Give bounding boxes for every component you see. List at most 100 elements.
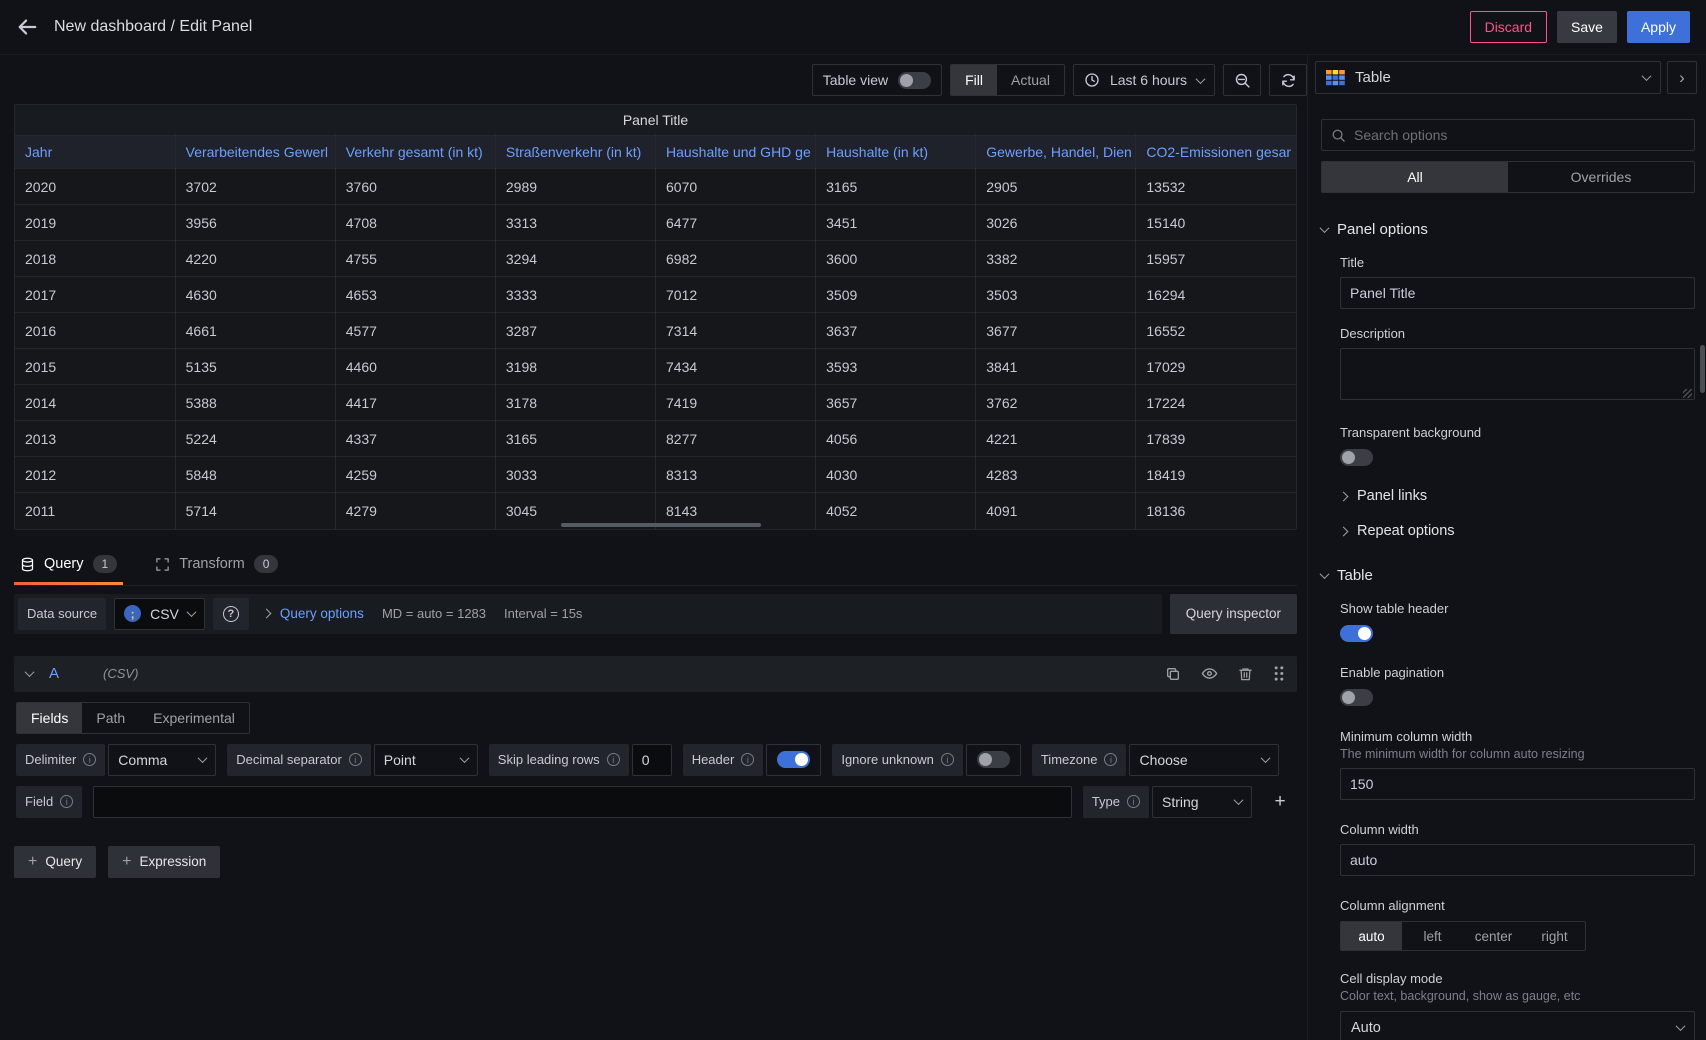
tab-overrides[interactable]: Overrides (1508, 162, 1694, 192)
timezone-select[interactable]: Choose (1129, 744, 1279, 776)
horizontal-scrollbar[interactable] (561, 523, 761, 527)
table-cell: 2017 (15, 277, 175, 313)
align-center-option[interactable]: center (1463, 922, 1524, 950)
duplicate-icon[interactable] (1165, 666, 1181, 682)
column-header[interactable]: Jahr (15, 136, 175, 169)
table-cell: 8277 (656, 421, 816, 457)
min-column-width-input[interactable] (1340, 768, 1695, 800)
time-range-picker[interactable]: Last 6 hours (1073, 64, 1215, 96)
drag-handle-icon[interactable] (1273, 665, 1285, 682)
type-label: Type (1083, 786, 1149, 818)
column-alignment-group: auto left center right (1340, 921, 1586, 951)
csv-datasource-icon: ; (124, 605, 141, 622)
table-cell: 3026 (976, 205, 1136, 241)
description-textarea[interactable] (1340, 348, 1695, 400)
enable-pagination-toggle[interactable] (1340, 689, 1373, 706)
align-auto-option[interactable]: auto (1341, 922, 1402, 950)
actual-option[interactable]: Actual (997, 65, 1064, 95)
collapse-chevron-icon[interactable] (25, 667, 35, 677)
panel-links-expander[interactable]: Panel links (1340, 488, 1695, 504)
column-header[interactable]: Haushalte und GHD ge (656, 136, 816, 169)
refresh-icon (1280, 72, 1297, 89)
align-left-option[interactable]: left (1402, 922, 1463, 950)
table-body: 20203702 37602989 60703165 290513532 201… (15, 169, 1296, 529)
column-header[interactable]: Gewerbe, Handel, Dien (976, 136, 1136, 169)
trash-icon[interactable] (1238, 666, 1253, 682)
clock-icon (1084, 72, 1100, 88)
table-cell: 2016 (15, 313, 175, 349)
table-row: 20184220 47553294 69823600 338215957 (15, 241, 1296, 277)
column-header[interactable]: Straßenverkehr (in kt) (495, 136, 655, 169)
table-view-label: Table view (823, 72, 888, 88)
breadcrumb: New dashboard / Edit Panel (54, 18, 252, 36)
sidebar-scrollbar[interactable] (1700, 345, 1705, 393)
chevron-down-icon (1320, 223, 1330, 233)
table-cell: 3287 (495, 313, 655, 349)
tab-path[interactable]: Path (82, 703, 139, 733)
search-options-input[interactable] (1354, 127, 1685, 143)
back-arrow-icon[interactable] (16, 16, 38, 38)
cell-display-mode-select[interactable]: Auto (1340, 1011, 1695, 1040)
table-cell: 5714 (175, 493, 335, 529)
header-label: Header (683, 744, 764, 776)
tab-transform[interactable]: Transform 0 (153, 544, 280, 585)
transparent-background-toggle[interactable] (1340, 449, 1373, 466)
field-name-input[interactable] (93, 786, 1072, 818)
table-cell: 3382 (976, 241, 1136, 277)
query-editor-card: A (CSV) (14, 656, 1297, 818)
table-cell: 3198 (495, 349, 655, 385)
decimal-separator-select[interactable]: Point (374, 744, 478, 776)
datasource-help-button[interactable] (213, 598, 249, 630)
table-cell: 4283 (976, 457, 1136, 493)
tab-experimental[interactable]: Experimental (139, 703, 249, 733)
plus-icon: + (28, 853, 37, 871)
add-expression-button[interactable]: + Expression (108, 846, 220, 878)
datasource-picker[interactable]: ; CSV (114, 598, 205, 630)
field-type-select[interactable]: String (1152, 786, 1252, 818)
header-toggle[interactable] (777, 751, 810, 768)
panel-title-input[interactable] (1340, 277, 1695, 309)
add-query-button[interactable]: + Query (14, 846, 96, 878)
query-inspector-button[interactable]: Query inspector (1170, 594, 1297, 634)
table-view-toggle[interactable] (898, 72, 931, 89)
apply-button[interactable]: Apply (1627, 11, 1690, 43)
datasource-bar: Data source ; CSV Query options MD = aut… (14, 594, 1162, 634)
table-cell: 3702 (175, 169, 335, 205)
repeat-options-expander[interactable]: Repeat options (1340, 523, 1695, 539)
viz-picker[interactable]: Table (1315, 61, 1661, 94)
skip-rows-label: Skip leading rows (489, 744, 629, 776)
add-field-button[interactable]: + (1263, 786, 1297, 818)
collapse-sidebar-button[interactable]: › (1667, 61, 1697, 94)
save-button[interactable]: Save (1557, 11, 1617, 43)
ignore-unknown-toggle[interactable] (977, 751, 1010, 768)
plus-icon: + (122, 853, 131, 871)
column-header[interactable]: Haushalte (in kt) (816, 136, 976, 169)
table-section-header[interactable]: Table (1321, 567, 1695, 584)
fill-option[interactable]: Fill (951, 65, 997, 95)
align-right-option[interactable]: right (1524, 922, 1585, 950)
eye-icon[interactable] (1201, 665, 1218, 682)
zoom-out-button[interactable] (1223, 64, 1261, 96)
title-label: Title (1340, 255, 1695, 270)
panel-options-body: Title Description Transparent background… (1321, 255, 1695, 539)
refresh-button[interactable] (1269, 64, 1307, 96)
column-header[interactable]: CO2-Emissionen gesar (1136, 136, 1296, 169)
skip-rows-input[interactable] (632, 744, 672, 776)
show-table-header-toggle[interactable] (1340, 625, 1373, 642)
table-cell: 4630 (175, 277, 335, 313)
column-header[interactable]: Verkehr gesamt (in kt) (335, 136, 495, 169)
table-cell: 3509 (816, 277, 976, 313)
viz-picker-label: Table (1355, 69, 1391, 86)
question-circle-icon (223, 606, 239, 622)
discard-button[interactable]: Discard (1470, 11, 1547, 43)
tab-all[interactable]: All (1322, 162, 1508, 192)
delimiter-select[interactable]: Comma (108, 744, 216, 776)
column-width-input[interactable] (1340, 844, 1695, 876)
query-ref-id[interactable]: A (49, 665, 59, 682)
tab-query[interactable]: Query 1 (18, 544, 119, 585)
tab-fields[interactable]: Fields (17, 703, 82, 733)
show-table-header-label: Show table header (1340, 601, 1695, 616)
column-header[interactable]: Verarbeitendes Gewerl (175, 136, 335, 169)
panel-options-section-header[interactable]: Panel options (1321, 221, 1695, 238)
query-options-expander[interactable]: Query options (263, 606, 364, 621)
